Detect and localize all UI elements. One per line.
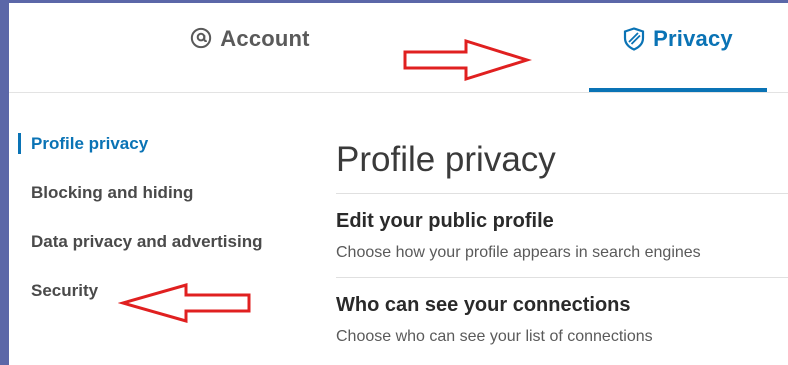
tab-account-label: Account <box>220 26 310 51</box>
setting-description: Choose how your profile appears in searc… <box>336 244 701 261</box>
tab-privacy[interactable]: Privacy <box>588 26 768 96</box>
setting-description: Choose who can see your list of connecti… <box>336 328 653 345</box>
tab-privacy-label: Privacy <box>653 26 733 51</box>
sidebar-item-data-privacy-and-advertising[interactable]: Data privacy and advertising <box>16 230 316 279</box>
tab-account[interactable]: Account <box>150 26 350 96</box>
sidebar-item-label: Blocking and hiding <box>31 183 194 202</box>
sidebar-item-security[interactable]: Security <box>16 279 316 328</box>
setting-heading: Who can see your connections <box>336 294 631 316</box>
main-content: Profile privacy Edit your public profile… <box>336 136 788 348</box>
setting-row-edit-public-profile[interactable]: Edit your public profile Choose how your… <box>336 194 788 264</box>
settings-sidebar: Profile privacy Blocking and hiding Data… <box>16 132 316 328</box>
active-item-indicator <box>18 133 21 154</box>
sidebar-item-blocking-and-hiding[interactable]: Blocking and hiding <box>16 181 316 230</box>
sidebar-item-profile-privacy[interactable]: Profile privacy <box>16 132 316 181</box>
setting-row-who-can-see-connections[interactable]: Who can see your connections Choose who … <box>336 278 788 348</box>
sidebar-item-label: Security <box>31 281 99 300</box>
window-frame-top <box>0 0 788 3</box>
sidebar-item-label: Data privacy and advertising <box>31 232 263 251</box>
shield-icon <box>623 27 645 51</box>
annotation-arrow-right-icon <box>403 38 532 82</box>
header-divider <box>9 92 788 93</box>
setting-heading: Edit your public profile <box>336 210 554 232</box>
window-frame-left <box>0 0 9 365</box>
sidebar-item-label: Profile privacy <box>31 134 149 153</box>
at-sign-icon <box>190 27 212 49</box>
page-title: Profile privacy <box>336 140 556 179</box>
